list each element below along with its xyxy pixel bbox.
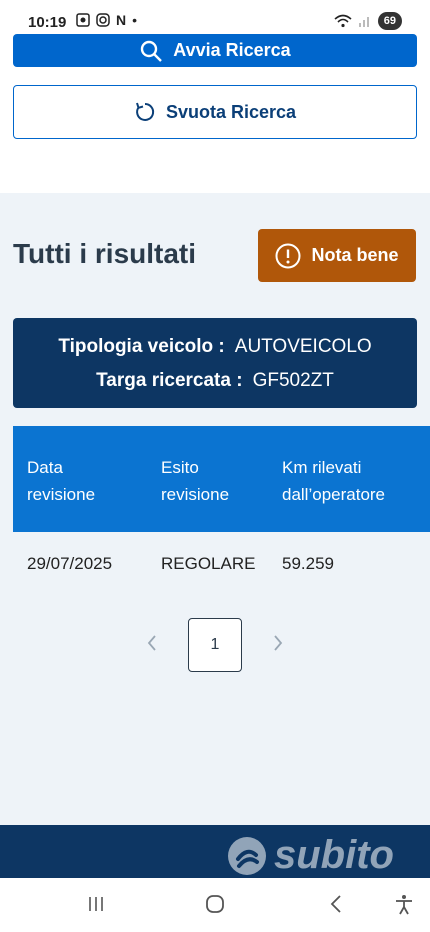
nota-bene-button[interactable]: Nota bene	[258, 229, 416, 282]
recent-apps-icon[interactable]	[86, 894, 106, 920]
clear-search-label: Svuota Ricerca	[165, 101, 297, 122]
vehicle-type-label: Tipologia veicolo :	[58, 336, 225, 357]
table-header: Data revisione Esito revisione Km rileva…	[13, 426, 430, 532]
page-button-current[interactable]: 1	[188, 618, 242, 672]
netflix-icon: N	[116, 12, 127, 28]
plate-label: Targa ricercata :	[96, 370, 243, 391]
nota-bene-label: Nota bene	[311, 245, 399, 265]
plate-value: GF502ZT	[252, 370, 334, 391]
start-search-button[interactable]: Avvia Ricerca	[13, 34, 417, 67]
notification-dot: •	[132, 12, 138, 28]
home-icon[interactable]	[205, 894, 225, 920]
subito-watermark: subito	[226, 833, 394, 878]
cell-outcome: REGOLARE	[161, 554, 256, 573]
start-search-label: Avvia Ricerca	[173, 40, 291, 60]
results-title: Tutti i risultati	[13, 238, 197, 269]
status-time: 10:19	[28, 14, 67, 31]
column-header-km: Km rilevati dall’operatore	[282, 458, 386, 504]
pagination: 1	[140, 618, 300, 672]
wifi-icon	[334, 14, 352, 28]
vehicle-type-value: AUTOVEICOLO	[234, 336, 372, 357]
alert-icon	[275, 243, 301, 268]
back-icon[interactable]	[328, 894, 344, 920]
vehicle-info-card: Tipologia veicolo : AUTOVEICOLO Targa ri…	[13, 318, 417, 408]
cell-date: 29/07/2025	[27, 554, 113, 573]
subito-logo-icon	[228, 836, 266, 875]
cell-km: 59.259	[282, 554, 334, 573]
system-icons: 69	[334, 12, 402, 30]
table-row: 29/07/2025 REGOLARE 59.259	[13, 532, 430, 592]
clear-search-button[interactable]: Svuota Ricerca	[13, 85, 417, 139]
chevron-left-icon[interactable]	[142, 634, 162, 657]
chevron-right-icon[interactable]	[268, 634, 288, 657]
battery-indicator: 69	[377, 12, 402, 30]
system-nav-bar	[0, 878, 430, 932]
vehicle-type-row: Tipologia veicolo : AUTOVEICOLO	[13, 336, 417, 358]
subito-text: subito	[274, 833, 394, 877]
instagram-icon	[96, 13, 110, 27]
screenshot-icon	[76, 13, 90, 27]
search-icon	[141, 40, 163, 62]
column-header-outcome: Esito revisione	[161, 458, 230, 504]
refresh-icon	[136, 102, 155, 121]
signal-icon	[358, 17, 369, 27]
accessibility-icon[interactable]	[394, 894, 414, 922]
column-header-date: Data revisione	[27, 458, 96, 504]
plate-row: Targa ricercata : GF502ZT	[13, 370, 417, 392]
notification-icons: N •	[76, 12, 137, 28]
